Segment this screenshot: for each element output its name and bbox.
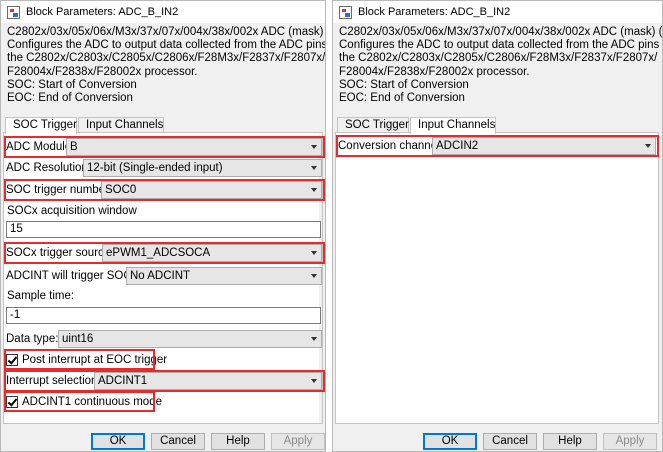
chevron-down-icon [311, 274, 317, 278]
soc-trigger-number-value: SOC0 [105, 184, 137, 196]
description-line: EOC: End of Conversion [339, 91, 465, 104]
soc-trigger-source-row: SOCx trigger source ePWM1_ADCSOCA [6, 243, 324, 263]
post-interrupt-checkbox-row[interactable]: Post interrupt at EOC trigger [6, 350, 167, 370]
adc-resolution-value: 12-bit (Single-ended input) [87, 162, 223, 174]
adc-resolution-select[interactable]: 12-bit (Single-ended input) [83, 159, 322, 177]
cancel-button[interactable]: Cancel [151, 433, 205, 450]
adcint-trigger-row: ADCINT will trigger SOCx No ADCINT [6, 266, 324, 286]
conversion-channel-value: ADCIN2 [436, 140, 479, 152]
apply-button: Apply [603, 433, 657, 450]
chevron-down-icon [311, 166, 317, 170]
continuous-mode-label: ADCINT1 continuous mode [22, 396, 162, 408]
title-bar: Block Parameters: ADC_B_IN2 [1, 1, 325, 23]
ok-button[interactable]: OK [423, 433, 477, 450]
sample-time-label: Sample time: [7, 290, 75, 302]
conversion-channel-select[interactable]: ADCIN2 [432, 137, 656, 155]
description-line: Configures the ADC to output data collec… [7, 39, 326, 52]
title-bar: Block Parameters: ADC_B_IN2 [333, 1, 662, 23]
help-button[interactable]: Help [211, 433, 265, 450]
tab-soc-trigger[interactable]: SOC Trigger [5, 117, 77, 134]
adc-resolution-row: ADC Resolution 12-bit (Single-ended inpu… [6, 158, 324, 178]
dialog-title: Block Parameters: ADC_B_IN2 [358, 6, 511, 18]
soc-trigger-number-row: SOC trigger number SOC0 [6, 180, 324, 200]
data-type-row: Data type: uint16 [6, 329, 324, 349]
interrupt-selection-select[interactable]: ADCINT1 [94, 372, 322, 390]
adc-module-label: ADC Module [6, 141, 72, 153]
tab-soc-trigger[interactable]: SOC Trigger [337, 117, 409, 133]
ok-button[interactable]: OK [91, 433, 145, 450]
description-line: the C2802x/C2803x/C2805x/C2806x/F28M3x/F… [339, 52, 658, 65]
block-description: C2802x/03x/05x/06x/M3x/37x/07x/004x/38x/… [339, 26, 663, 105]
acquisition-window-input[interactable]: 15 [6, 221, 321, 238]
adc-resolution-label: ADC Resolution [6, 162, 88, 174]
apply-button: Apply [271, 433, 325, 450]
description-line: SOC: Start of Conversion [7, 78, 137, 91]
input-channels-panel: Conversion channel ADCIN2 [335, 132, 659, 424]
soc-trigger-source-select[interactable]: ePWM1_ADCSOCA [102, 244, 322, 262]
post-interrupt-label: Post interrupt at EOC trigger [22, 354, 168, 366]
chevron-down-icon [311, 145, 317, 149]
data-type-value: uint16 [62, 333, 94, 345]
soc-trigger-number-label: SOC trigger number [6, 184, 109, 196]
adc-module-value: B [70, 141, 78, 153]
data-type-select[interactable]: uint16 [58, 330, 322, 348]
continuous-mode-checkbox-row[interactable]: ADCINT1 continuous mode [6, 392, 162, 412]
cancel-button[interactable]: Cancel [483, 433, 537, 450]
block-description: C2802x/03x/05x/06x/M3x/37x/07x/004x/38x/… [7, 26, 326, 105]
help-button[interactable]: Help [543, 433, 597, 450]
chevron-down-icon [311, 251, 317, 255]
tab-input-channels[interactable]: Input Channels [78, 117, 164, 133]
acquisition-window-label: SOCx acquisition window [7, 205, 137, 217]
conversion-channel-label: Conversion channel [338, 140, 440, 152]
chevron-down-icon [311, 337, 317, 341]
adcint-trigger-select[interactable]: No ADCINT [126, 267, 322, 285]
description-line: the C2802x/C2803x/C2805x/C2806x/F28M3x/F… [7, 52, 326, 65]
soc-trigger-source-label: SOCx trigger source [6, 247, 111, 259]
description-line: Configures the ADC to output data collec… [339, 39, 663, 52]
data-type-label: Data type: [6, 333, 59, 345]
description-line: EOC: End of Conversion [7, 91, 133, 104]
simulink-app-icon [7, 5, 20, 19]
description-line: SOC: Start of Conversion [339, 78, 469, 91]
sample-time-input[interactable]: -1 [6, 307, 321, 324]
soc-trigger-panel: ADC Module B ADC Resolution 12-bit (Sing… [3, 132, 325, 424]
tab-input-channels[interactable]: Input Channels [410, 117, 496, 134]
chevron-down-icon [645, 144, 651, 148]
description-line: F28004x/F2838x/F28002x processor. [339, 65, 530, 78]
chevron-down-icon [311, 379, 317, 383]
dialog-title: Block Parameters: ADC_B_IN2 [26, 6, 179, 18]
soc-trigger-source-value: ePWM1_ADCSOCA [106, 247, 211, 259]
conversion-channel-row: Conversion channel ADCIN2 [338, 136, 658, 156]
adcint-trigger-label: ADCINT will trigger SOCx [6, 270, 138, 282]
adc-module-row: ADC Module B [6, 137, 324, 157]
soc-trigger-number-select[interactable]: SOC0 [101, 181, 322, 199]
block-parameters-dialog-input-channels: Block Parameters: ADC_B_IN2 C2802x/03x/0… [332, 0, 663, 452]
mask-link-line: C2802x/03x/05x/06x/M3x/37x/07x/004x/38x/… [339, 26, 663, 38]
interrupt-selection-label: Interrupt selection [6, 375, 98, 387]
post-interrupt-checkbox[interactable] [6, 354, 18, 366]
description-line: F28004x/F2838x/F28002x processor. [7, 65, 198, 78]
interrupt-selection-value: ADCINT1 [98, 375, 148, 387]
interrupt-selection-row: Interrupt selection ADCINT1 [6, 371, 324, 391]
block-parameters-dialog-soc-trigger: Block Parameters: ADC_B_IN2 C2802x/03x/0… [0, 0, 326, 452]
mask-link-line: C2802x/03x/05x/06x/M3x/37x/07x/004x/38x/… [7, 26, 326, 38]
continuous-mode-checkbox[interactable] [6, 396, 18, 408]
simulink-app-icon [339, 5, 352, 19]
adcint-trigger-value: No ADCINT [130, 270, 191, 282]
chevron-down-icon [311, 188, 317, 192]
adc-module-select[interactable]: B [66, 138, 322, 156]
